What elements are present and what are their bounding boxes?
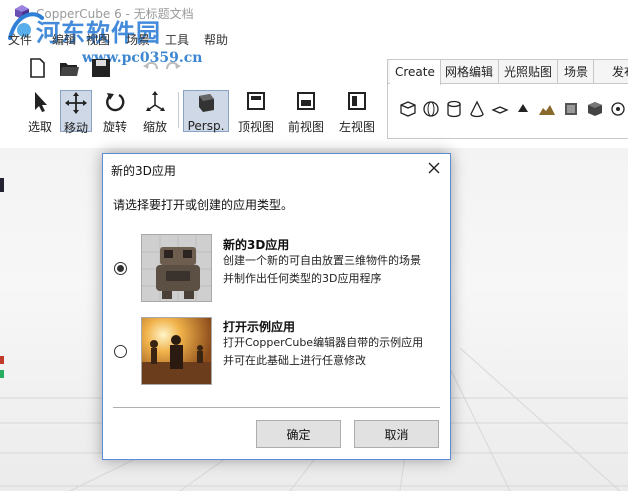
open-folder-icon[interactable]: [58, 56, 80, 80]
scale-icon: [146, 91, 165, 111]
tool-rotate-label: 旋转: [102, 120, 127, 134]
new-app-dialog: 新的3D应用 请选择要打开或创建的应用类型。 新的3D应用 创建一个新的可自由放…: [102, 153, 451, 460]
radio-new-3d-app[interactable]: [114, 262, 127, 275]
side-marker: [0, 178, 4, 192]
ok-button[interactable]: 确定: [256, 420, 341, 448]
tab-mesh-edit[interactable]: 网格编辑: [440, 60, 500, 84]
rotate-icon: [106, 93, 125, 112]
sample-app-thumbnail: [141, 317, 212, 385]
menu-file[interactable]: 文件: [8, 31, 32, 48]
tool-left-view[interactable]: 左视图: [337, 90, 377, 134]
option-open-sample-desc-1: 打开CopperCube编辑器自带的示例应用: [223, 336, 424, 349]
sample-scene-image: [142, 318, 211, 384]
menu-view[interactable]: 视图: [86, 31, 110, 48]
billboard-icon[interactable]: [514, 100, 532, 118]
new-file-icon[interactable]: [26, 56, 48, 80]
perspective-cube-icon: [199, 94, 214, 112]
close-icon[interactable]: [426, 160, 442, 176]
cursor-arrow-icon: [35, 92, 47, 112]
tool-front-view[interactable]: 前视图: [286, 90, 326, 134]
create-panel: Create 网格编辑 光照贴图 场景 发布: [387, 59, 628, 139]
option-open-sample-desc-2: 并可在此基础上进行任意修改: [223, 354, 366, 367]
sphere-icon[interactable]: [422, 100, 440, 118]
tool-top-view[interactable]: 顶视图: [236, 90, 276, 134]
option-new-3d-app-title: 新的3D应用: [223, 238, 290, 252]
tool-front-view-label: 前视图: [287, 120, 324, 134]
skybox-icon[interactable]: [562, 100, 580, 118]
radio-open-sample-app[interactable]: [114, 345, 127, 358]
plane-icon[interactable]: [491, 100, 509, 118]
option-new-3d-app-desc-1: 创建一个新的可自由放置三维物件的场景: [223, 254, 421, 267]
robot-model-image: [142, 235, 211, 301]
option-open-sample-title: 打开示例应用: [223, 320, 296, 334]
cancel-button[interactable]: 取消: [354, 420, 439, 448]
menu-scene[interactable]: 场景: [126, 31, 150, 48]
mesh-icon[interactable]: [586, 100, 604, 118]
tool-move-label: 移动: [63, 121, 88, 135]
tab-publish[interactable]: 发布: [607, 60, 628, 84]
new-app-thumbnail: [141, 234, 212, 302]
tab-scene[interactable]: 场景: [559, 60, 595, 84]
dialog-separator: [113, 407, 440, 408]
menu-help[interactable]: 帮助: [204, 31, 228, 48]
light-icon[interactable]: [609, 100, 627, 118]
cube-icon[interactable]: [399, 100, 417, 118]
undo-icon[interactable]: [140, 56, 162, 80]
tool-rotate[interactable]: 旋转: [100, 90, 130, 134]
toolbar-separator: [178, 92, 179, 128]
tool-scale-label: 缩放: [142, 120, 167, 134]
tab-create[interactable]: Create: [390, 60, 441, 85]
tool-scale[interactable]: 缩放: [140, 90, 170, 134]
panel-tabs: Create 网格编辑 光照贴图 场景 发布: [388, 60, 628, 85]
redo-icon[interactable]: [162, 56, 184, 80]
menu-bar: 文件 编辑 视图 场景 工具 帮助: [0, 27, 260, 47]
cylinder-icon[interactable]: [445, 100, 463, 118]
tool-select-label: 选取: [27, 120, 52, 134]
menu-edit[interactable]: 编辑: [52, 31, 76, 48]
dialog-title: 新的3D应用: [111, 164, 176, 178]
tool-perspective[interactable]: Persp.: [183, 90, 229, 133]
dialog-prompt: 请选择要打开或创建的应用类型。: [113, 198, 294, 212]
option-new-3d-app-desc-2: 并制作出任何类型的3D应用程序: [223, 272, 382, 285]
side-marker: [0, 356, 4, 364]
tool-left-view-label: 左视图: [338, 120, 375, 134]
terrain-icon[interactable]: [538, 100, 556, 118]
tool-select[interactable]: 选取: [26, 90, 54, 134]
side-marker: [0, 370, 4, 378]
tab-lightmap[interactable]: 光照贴图: [499, 60, 559, 84]
top-view-icon: [247, 92, 265, 110]
tool-top-view-label: 顶视图: [237, 120, 274, 134]
front-view-icon: [297, 92, 315, 110]
cone-icon[interactable]: [468, 100, 486, 118]
tool-move[interactable]: 移动: [60, 90, 92, 135]
menu-tools[interactable]: 工具: [165, 31, 189, 48]
save-icon[interactable]: [90, 56, 112, 80]
move-arrows-icon: [65, 92, 87, 114]
left-view-icon: [348, 92, 366, 110]
tool-perspective-label: Persp.: [187, 119, 225, 133]
